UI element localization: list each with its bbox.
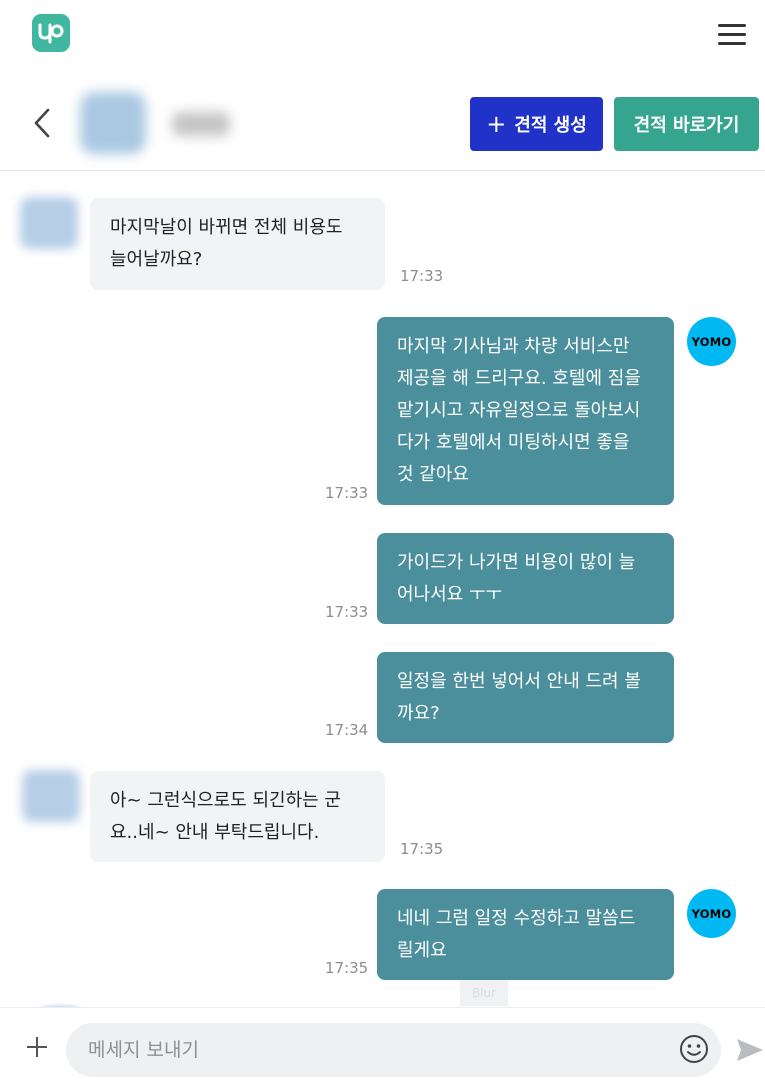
message-line: 것 같아요	[397, 464, 469, 485]
app-topbar	[0, 0, 765, 72]
message-time: 17:35	[400, 840, 444, 858]
message-line: 까요?	[397, 703, 440, 724]
message-line: 늘어날까요?	[110, 249, 203, 270]
message-line: 다가 호텔에서 미팅하시면 좋을	[397, 432, 630, 453]
message-line: 가이드가 나가면 비용이 많이 늘	[397, 552, 636, 573]
brand-logo-icon[interactable]	[32, 14, 70, 52]
sender-avatar	[20, 197, 78, 249]
message-bubble-outgoing: 일정을 한번 넣어서 안내 드려 볼 까요?	[377, 652, 674, 743]
message-input[interactable]	[66, 1023, 721, 1077]
message-bubble-outgoing: 마지막 기사님과 차량 서비스만 제공을 해 드리구요. 호텔에 짐을 맡기시고…	[377, 317, 674, 505]
message-line: 릴게요	[397, 940, 447, 961]
smiley-icon[interactable]	[679, 1034, 709, 1064]
hamburger-menu-icon[interactable]	[718, 24, 746, 46]
message-list[interactable]: 마지막날이 바뀌면 전체 비용도 늘어날까요? 17:33 마지막 기사님과 차…	[0, 172, 765, 1007]
plus-icon: +	[486, 110, 507, 138]
message-line: 어나서요 ㅜㅜ	[397, 584, 503, 605]
plus-icon[interactable]	[26, 1036, 48, 1058]
message-bubble-outgoing: 가이드가 나가면 비용이 많이 늘 어나서요 ㅜㅜ	[377, 533, 674, 624]
message-line: 일정을 한번 넣어서 안내 드려 볼	[397, 671, 641, 692]
sender-avatar	[22, 770, 80, 822]
message-input-bar	[0, 1007, 765, 1085]
blur-watermark: Blur	[460, 980, 508, 1006]
message-line: 마지막날이 바뀌면 전체 비용도	[110, 217, 343, 238]
chevron-left-icon[interactable]	[30, 106, 54, 140]
yomo-avatar: YOMO	[687, 317, 736, 366]
contact-avatar	[80, 92, 146, 154]
message-line: 맡기시고 자유일정으로 돌아보시	[397, 400, 641, 421]
message-line: 제공을 해 드리구요. 호텔에 짐을	[397, 368, 641, 389]
create-quote-label: 견적 생성	[514, 115, 587, 136]
message-line: 요..네~ 안내 부탁드립니다.	[110, 822, 320, 843]
message-time: 17:35	[325, 959, 369, 977]
message-time: 17:34	[325, 721, 369, 739]
message-bubble-incoming: 아~ 그런식으로도 되긴하는 군 요..네~ 안내 부탁드립니다.	[90, 771, 385, 862]
go-to-quote-button[interactable]: 견적 바로가기	[614, 97, 759, 151]
message-bubble-outgoing: 네네 그럼 일정 수정하고 말씀드 릴게요	[377, 889, 674, 980]
chat-header: + 견적 생성 견적 바로가기	[0, 78, 765, 171]
message-line: 마지막 기사님과 차량 서비스만	[397, 336, 630, 357]
message-time: 17:33	[325, 484, 369, 502]
create-quote-button[interactable]: + 견적 생성	[470, 97, 603, 151]
message-line: 아~ 그런식으로도 되긴하는 군	[110, 790, 341, 811]
go-to-quote-label: 견적 바로가기	[633, 115, 740, 136]
contact-name	[172, 112, 230, 136]
send-arrow-icon[interactable]	[736, 1037, 764, 1063]
message-time: 17:33	[325, 603, 369, 621]
yomo-avatar: YOMO	[687, 889, 736, 938]
message-line: 네네 그럼 일정 수정하고 말씀드	[397, 908, 636, 929]
message-bubble-incoming: 마지막날이 바뀌면 전체 비용도 늘어날까요?	[90, 198, 385, 290]
message-time: 17:33	[400, 267, 444, 285]
